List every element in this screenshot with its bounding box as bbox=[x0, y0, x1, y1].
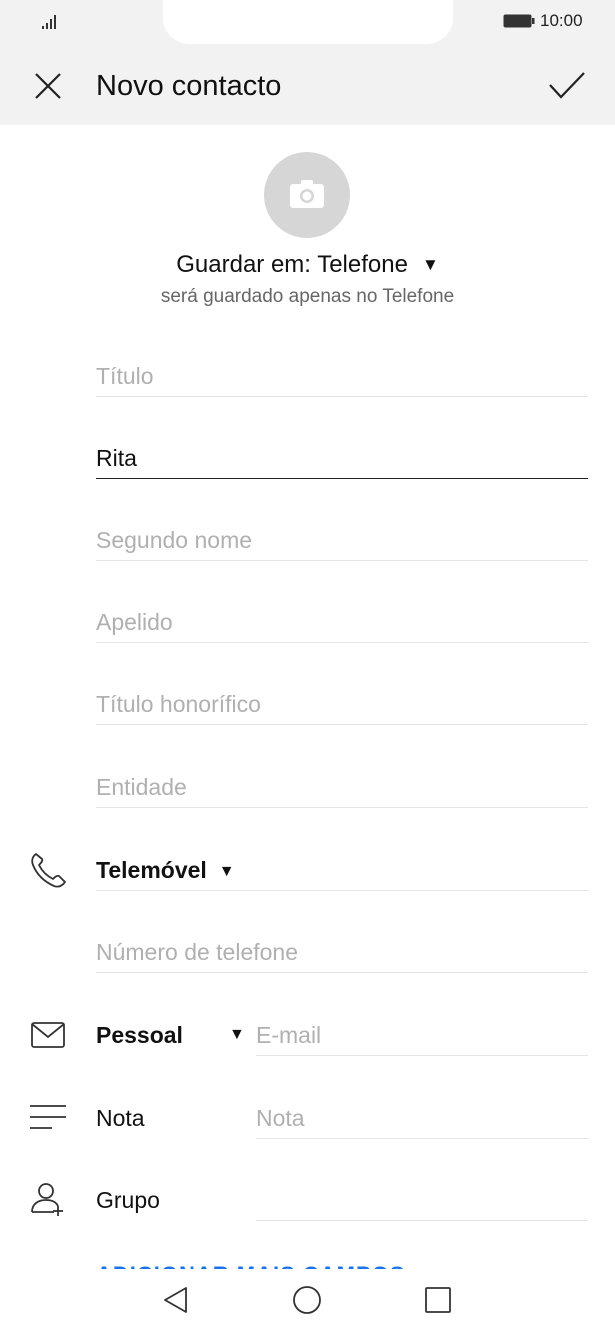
group-label[interactable]: Grupo bbox=[96, 1180, 160, 1220]
note-input[interactable]: Nota bbox=[256, 1098, 588, 1139]
dropdown-caret-icon: ▼ bbox=[218, 863, 235, 880]
titulo-input[interactable]: Título bbox=[96, 356, 588, 397]
save-location-selector[interactable]: Guardar em: Telefone ▼ bbox=[0, 249, 615, 281]
group-icon bbox=[31, 1183, 63, 1216]
last-name-input[interactable]: Apelido bbox=[96, 602, 588, 643]
home-icon[interactable] bbox=[291, 1284, 323, 1316]
note-icon bbox=[30, 1105, 66, 1129]
dropdown-caret-icon[interactable]: ▼ bbox=[229, 1015, 245, 1055]
add-more-fields-button[interactable]: ADICIONAR MAIS CAMPOS bbox=[96, 1255, 405, 1269]
signal-icon bbox=[42, 15, 56, 29]
phone-type-label: Telemóvel bbox=[96, 857, 207, 883]
note-label: Nota bbox=[96, 1105, 145, 1131]
phone-type-selector[interactable]: Telemóvel ▼ bbox=[96, 850, 588, 891]
honorific-input[interactable]: Título honorífico bbox=[96, 684, 588, 725]
middle-name-input[interactable]: Segundo nome bbox=[96, 520, 588, 561]
save-location-label: Guardar em: Telefone bbox=[176, 251, 408, 278]
phone-number-input[interactable]: Número de telefone bbox=[96, 932, 588, 973]
status-time: 10:00 bbox=[540, 11, 583, 30]
display-notch bbox=[163, 0, 453, 44]
app-bar: 10:00 Novo contacto bbox=[0, 0, 615, 125]
battery-icon bbox=[503, 14, 535, 28]
save-location-note: será guardado apenas no Telefone bbox=[160, 286, 455, 307]
group-selector[interactable] bbox=[256, 1180, 588, 1221]
mail-icon bbox=[31, 1022, 65, 1048]
camera-icon bbox=[290, 180, 324, 208]
email-input[interactable]: E-mail bbox=[256, 1015, 588, 1056]
page-title: Novo contacto bbox=[96, 70, 282, 102]
back-icon[interactable] bbox=[160, 1284, 192, 1316]
dropdown-caret-icon: ▼ bbox=[421, 255, 439, 274]
email-type-label[interactable]: Pessoal bbox=[96, 1015, 183, 1055]
first-name-input[interactable]: Rita bbox=[96, 438, 588, 479]
recents-icon[interactable] bbox=[422, 1284, 454, 1316]
close-icon[interactable] bbox=[30, 68, 66, 104]
company-input[interactable]: Entidade bbox=[96, 767, 588, 808]
system-nav-bar bbox=[0, 1270, 615, 1334]
check-icon[interactable] bbox=[546, 68, 588, 104]
add-photo-button[interactable] bbox=[264, 152, 350, 238]
phone-icon bbox=[31, 853, 66, 888]
